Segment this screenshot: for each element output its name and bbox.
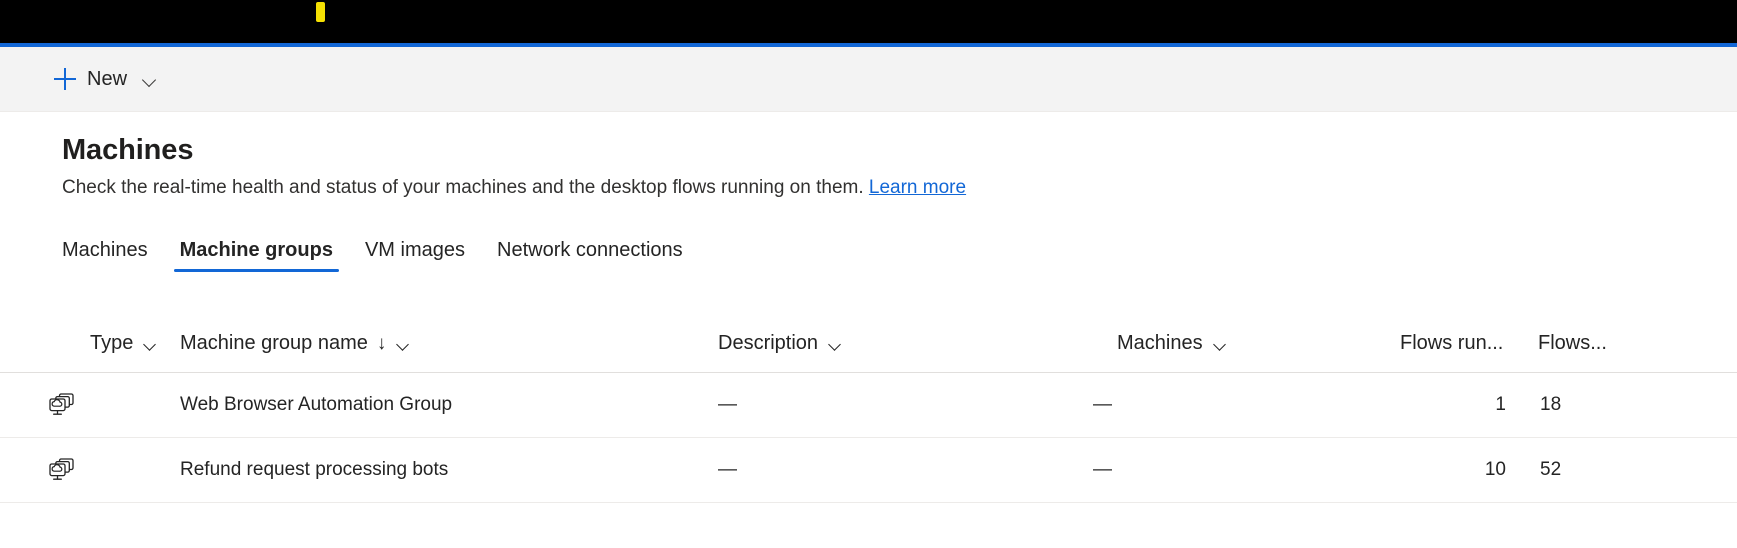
tab-machines[interactable]: Machines	[62, 240, 164, 272]
column-header-flows-running-label: Flows run...	[1400, 332, 1503, 355]
flows-running-value: 10	[1485, 459, 1506, 481]
column-header-description[interactable]: Description	[710, 332, 1085, 355]
table-header-row: Type Machine group name ↓ Description Ma…	[0, 315, 1737, 373]
table-row[interactable]: Refund request processing bots — — 10 52	[0, 438, 1737, 503]
page-subtitle-text: Check the real-time health and status of…	[62, 177, 869, 198]
page-content: Machines Check the real-time health and …	[0, 112, 1737, 548]
column-header-type-label: Type	[90, 332, 133, 355]
new-button[interactable]: New	[48, 57, 167, 101]
page-subtitle: Check the real-time health and status of…	[62, 176, 966, 201]
command-bar: New	[0, 47, 1737, 112]
column-header-machines-label: Machines	[1117, 332, 1203, 355]
sort-ascending-icon: ↓	[377, 333, 387, 355]
chevron-down-icon[interactable]	[1214, 340, 1227, 348]
pivot-tabs: Machines Machine groups VM images Networ…	[62, 230, 699, 272]
cell-machines: —	[1085, 459, 1360, 481]
new-button-label: New	[87, 69, 127, 89]
column-header-machine-group-name[interactable]: Machine group name ↓	[180, 332, 710, 355]
flows-queued-value: 52	[1540, 459, 1561, 481]
cell-machine-group-name[interactable]: Refund request processing bots	[180, 459, 710, 481]
column-header-machine-group-name-label: Machine group name	[180, 332, 368, 355]
cell-description: —	[710, 394, 1085, 416]
plus-icon	[54, 68, 76, 90]
cell-flows-running: 10	[1360, 459, 1520, 481]
column-header-flows-running[interactable]: Flows run...	[1360, 332, 1520, 355]
tab-vm-images[interactable]: VM images	[349, 240, 481, 272]
tab-vm-images-label: VM images	[365, 239, 465, 261]
chevron-down-icon[interactable]	[829, 340, 842, 348]
cell-flows-running: 1	[1360, 394, 1520, 416]
cell-flows-queued: 52	[1520, 459, 1650, 481]
cell-machine-group-name[interactable]: Web Browser Automation Group	[180, 394, 710, 416]
chrome-marker-indicator	[316, 2, 325, 22]
column-header-flows-queued[interactable]: Flows...	[1520, 332, 1650, 355]
cell-description: —	[710, 459, 1085, 481]
browser-chrome-bar	[0, 0, 1737, 43]
column-header-flows-queued-label: Flows...	[1538, 332, 1607, 355]
flows-queued-value: 18	[1540, 394, 1561, 416]
table-row[interactable]: Web Browser Automation Group — — 1 18	[0, 373, 1737, 438]
tab-machine-groups-label: Machine groups	[180, 239, 333, 261]
machine-group-icon	[48, 457, 76, 483]
page-title: Machines	[62, 134, 193, 167]
column-header-machines[interactable]: Machines	[1085, 332, 1360, 355]
tab-machines-label: Machines	[62, 239, 148, 261]
machine-groups-table: Type Machine group name ↓ Description Ma…	[0, 315, 1737, 503]
chevron-down-icon[interactable]	[144, 340, 157, 348]
chevron-down-icon[interactable]	[142, 75, 157, 84]
learn-more-link[interactable]: Learn more	[869, 177, 966, 198]
description-value: —	[718, 459, 737, 481]
chevron-down-icon[interactable]	[397, 340, 410, 348]
cell-flows-queued: 18	[1520, 394, 1650, 416]
machine-group-name-text: Web Browser Automation Group	[180, 394, 452, 416]
cell-type	[0, 457, 180, 483]
column-header-description-label: Description	[718, 332, 818, 355]
machines-value: —	[1093, 394, 1112, 416]
flows-running-value: 1	[1495, 394, 1506, 416]
description-value: —	[718, 394, 737, 416]
column-header-type[interactable]: Type	[0, 332, 180, 355]
tab-machine-groups[interactable]: Machine groups	[164, 240, 349, 272]
tab-network-connections-label: Network connections	[497, 239, 683, 261]
machine-group-icon	[48, 392, 76, 418]
machines-page: New Machines Check the real-time health …	[0, 0, 1737, 548]
machine-group-name-text: Refund request processing bots	[180, 459, 448, 481]
machines-value: —	[1093, 459, 1112, 481]
cell-machines: —	[1085, 394, 1360, 416]
cell-type	[0, 392, 180, 418]
tab-network-connections[interactable]: Network connections	[481, 240, 699, 272]
